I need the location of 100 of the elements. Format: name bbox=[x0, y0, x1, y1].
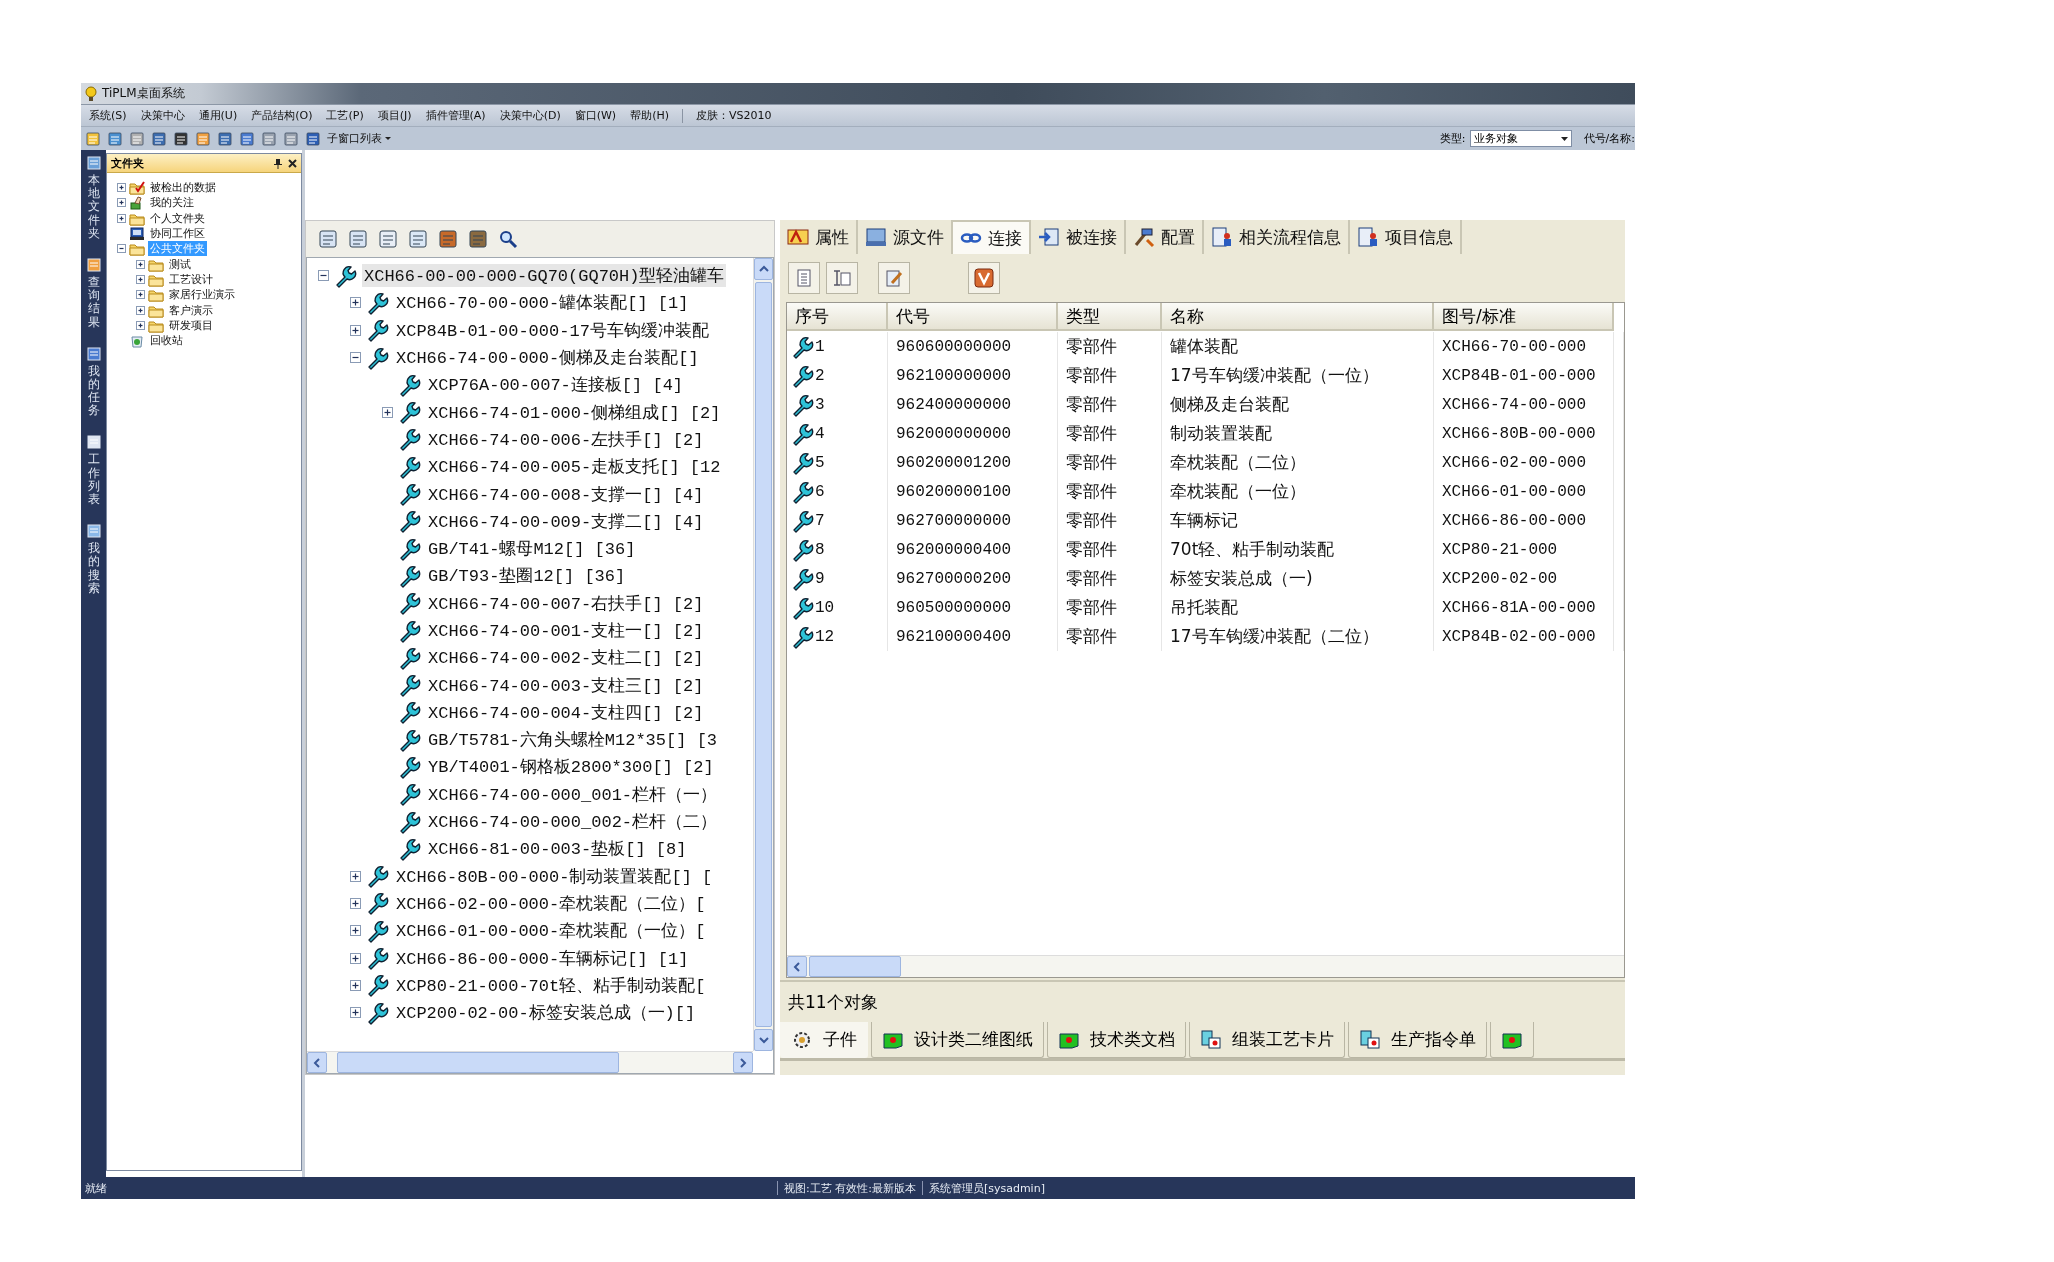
side-tab[interactable]: 工作列表 bbox=[87, 453, 100, 507]
menu-item[interactable]: 通用(U) bbox=[191, 108, 245, 123]
menu-item[interactable]: 窗口(W) bbox=[567, 108, 624, 123]
column-header[interactable]: 名称 bbox=[1162, 303, 1434, 331]
folder-item[interactable]: 客户演示 bbox=[167, 302, 215, 318]
tree-item[interactable]: XCH66-74-00-000_002-栏杆（二） bbox=[426, 810, 720, 834]
folder-item[interactable]: 测试 bbox=[167, 256, 193, 272]
tree-item[interactable]: GB/T5781-六角头螺栓M12*35[] [3 bbox=[426, 728, 720, 752]
tree-item[interactable]: XCP76A-00-007-连接板[] [4] bbox=[426, 373, 686, 397]
folder-item[interactable]: 我的关注 bbox=[148, 195, 196, 211]
window-list-button[interactable]: 子窗口列表 bbox=[327, 131, 391, 146]
tree-item[interactable]: GB/T41-螺母M12[] [36] bbox=[426, 537, 638, 561]
tree-item[interactable]: XCH66-00-00-000-GQ70(GQ70H)型轻油罐车 bbox=[362, 264, 727, 288]
tree-item[interactable]: XCH66-74-00-001-支柱一[] [2] bbox=[426, 619, 706, 642]
tree-item[interactable]: XCH66-74-00-000-侧梯及走台装配[] bbox=[394, 346, 701, 370]
document-person-icon bbox=[1211, 226, 1233, 248]
list-icon[interactable] bbox=[151, 130, 167, 147]
edit-button[interactable] bbox=[878, 262, 910, 294]
column-header[interactable]: 类型 bbox=[1058, 303, 1162, 331]
scrollbar-thumb[interactable] bbox=[337, 1052, 619, 1073]
tree-item[interactable]: XCH66-74-00-003-支柱三[] [2] bbox=[426, 673, 706, 697]
tree-item[interactable]: XCH66-80B-00-000-制动装置装配[] [ bbox=[394, 864, 715, 888]
tab[interactable]: 连接 bbox=[953, 220, 1031, 254]
tree-item[interactable]: XCH66-74-01-000-侧梯组成[] [2] bbox=[426, 400, 723, 424]
v-button[interactable] bbox=[968, 262, 1000, 294]
menu-item[interactable]: 项目(J) bbox=[370, 108, 419, 123]
tree-item[interactable]: XCH66-74-00-004-支柱四[] [2] bbox=[426, 700, 706, 724]
tree-item[interactable]: YB/T4001-钢格板2800*300[] [2] bbox=[426, 755, 716, 779]
tree-item[interactable]: XCH66-74-00-009-支撑二[] [4] bbox=[426, 509, 706, 533]
tree-item[interactable]: XCH66-86-00-000-车辆标记[] [1] bbox=[394, 946, 691, 970]
tree-item[interactable]: XCH66-02-00-000-牵枕装配（二位）[ bbox=[394, 891, 708, 915]
tab[interactable]: 子件 bbox=[780, 1022, 868, 1058]
menu-item[interactable]: 系统(S) bbox=[82, 108, 134, 123]
tree-item[interactable]: XCH66-81-00-003-垫板[] [8] bbox=[426, 837, 689, 861]
side-tab[interactable]: 本地文件夹 bbox=[87, 174, 100, 240]
document-icon[interactable] bbox=[195, 130, 211, 147]
panel-icon[interactable] bbox=[86, 346, 101, 361]
type-dropdown[interactable]: 业务对象 bbox=[1469, 130, 1572, 147]
columns-button[interactable] bbox=[826, 262, 858, 294]
menu-item[interactable]: 插件管理(A) bbox=[418, 108, 493, 123]
menu-item[interactable]: 决策中心 bbox=[133, 108, 192, 123]
column-header[interactable]: 序号 bbox=[787, 303, 888, 331]
tree-item[interactable]: XCH66-74-00-002-支柱二[] [2] bbox=[426, 646, 706, 670]
menu-item[interactable]: 产品结构(O) bbox=[244, 108, 320, 123]
expand-toggle[interactable] bbox=[117, 213, 126, 223]
menu-item[interactable]: 帮助(H) bbox=[623, 108, 676, 123]
folder-item[interactable]: 工艺设计 bbox=[167, 271, 215, 287]
document-icon[interactable] bbox=[378, 229, 398, 249]
tree-item[interactable]: XCH66-74-00-008-支撑一[] [4] bbox=[426, 482, 706, 506]
folder-item[interactable]: 被检出的数据 bbox=[148, 180, 218, 196]
horizontal-scrollbar[interactable] bbox=[787, 955, 1624, 977]
tab[interactable]: 生产指令单 bbox=[1348, 1022, 1487, 1058]
tree-item[interactable]: XCH66-74-00-000_001-栏杆（一） bbox=[426, 782, 720, 806]
expand-toggle[interactable] bbox=[117, 198, 126, 208]
folder-item[interactable]: 家居行业演示 bbox=[167, 287, 237, 303]
panel-icon[interactable] bbox=[86, 524, 101, 539]
folder-item[interactable]: 协同工作区 bbox=[148, 226, 207, 242]
plus-icon bbox=[349, 897, 361, 909]
folder-item[interactable]: 回收站 bbox=[148, 333, 185, 349]
tree-item[interactable]: XCH66-01-00-000-牵枕装配（一位）[ bbox=[394, 919, 708, 943]
tree-item[interactable]: XCH66-70-00-000-罐体装配[] [1] bbox=[394, 291, 691, 315]
tree-item[interactable]: XCH66-74-00-006-左扶手[] [2] bbox=[426, 427, 706, 451]
expand-toggle[interactable] bbox=[136, 259, 145, 269]
expand-toggle[interactable] bbox=[136, 290, 145, 300]
side-tab[interactable]: 我的任务 bbox=[87, 364, 100, 418]
expand-toggle[interactable] bbox=[136, 320, 145, 330]
vertical-scrollbar[interactable] bbox=[753, 258, 773, 1051]
panel-icon[interactable] bbox=[86, 156, 101, 170]
search-icon[interactable] bbox=[498, 229, 518, 249]
tree-item[interactable]: XCH66-74-00-005-走板支托[] [12 bbox=[426, 455, 723, 479]
tab[interactable] bbox=[1490, 1022, 1534, 1058]
table-cell: 7 bbox=[815, 511, 825, 530]
table-cell: 零部件 bbox=[1066, 393, 1117, 416]
expand-toggle[interactable] bbox=[136, 274, 145, 284]
menu-item[interactable]: 工艺(P) bbox=[319, 108, 371, 123]
tree-item[interactable]: XCH66-74-00-007-右扶手[] [2] bbox=[426, 591, 706, 615]
expand-toggle[interactable] bbox=[117, 183, 126, 193]
scrollbar-thumb[interactable] bbox=[809, 956, 901, 977]
column-header[interactable]: 代号 bbox=[888, 303, 1058, 331]
menu-item[interactable]: 决策中心(D) bbox=[492, 108, 568, 123]
pin-icon[interactable] bbox=[274, 157, 282, 169]
expand-toggle[interactable] bbox=[136, 305, 145, 315]
tab[interactable]: 技术类文档 bbox=[1047, 1022, 1186, 1058]
panel-icon[interactable] bbox=[86, 257, 101, 272]
tree-item[interactable]: XCP200-02-00-标签安装总成（一)[] bbox=[394, 1001, 698, 1025]
tab[interactable]: 设计类二维图纸 bbox=[871, 1022, 1044, 1058]
horizontal-scrollbar[interactable] bbox=[307, 1051, 753, 1073]
folder-item[interactable]: 个人文件夹 bbox=[148, 210, 207, 226]
tree-item[interactable]: GB/T93-垫圈12[] [36] bbox=[426, 564, 628, 588]
side-tab[interactable]: 我的搜索 bbox=[87, 542, 100, 595]
column-header[interactable]: 图号/标准 bbox=[1434, 303, 1614, 331]
panel-icon[interactable] bbox=[86, 435, 101, 450]
side-tab[interactable]: 查询结果 bbox=[87, 275, 100, 329]
tree-item[interactable]: XCP80-21-000-70t轻、粘手制动装配[ bbox=[394, 973, 708, 997]
collapse-toggle[interactable] bbox=[117, 244, 126, 254]
folder-item[interactable]: 研发项目 bbox=[167, 317, 215, 333]
tab[interactable]: 组装工艺卡片 bbox=[1189, 1022, 1345, 1058]
close-icon[interactable] bbox=[288, 158, 297, 168]
tree-item[interactable]: XCP84B-01-00-000-17号车钩缓冲装配 bbox=[394, 318, 711, 342]
plus-icon bbox=[381, 406, 393, 418]
